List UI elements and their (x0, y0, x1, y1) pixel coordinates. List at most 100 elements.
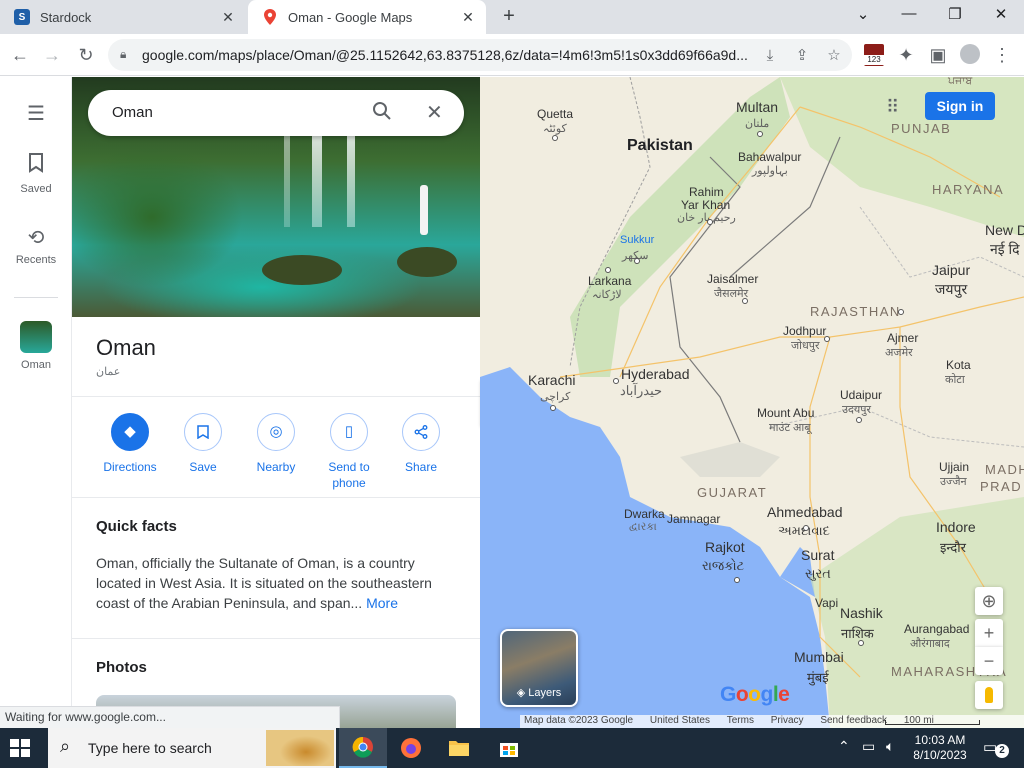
city-marker[interactable] (734, 577, 740, 583)
reload-icon[interactable]: ↻ (74, 43, 98, 67)
map-label-jaipur[interactable]: Jaipur (932, 262, 970, 278)
city-marker[interactable] (613, 378, 619, 384)
map-label-hyderabad[interactable]: Hyderabad (621, 366, 690, 382)
rail-saved[interactable]: Saved (0, 153, 72, 195)
address-bar[interactable]: 🔒︎ google.com/maps/place/Oman/@25.115264… (108, 39, 852, 71)
taskbar-store[interactable] (485, 728, 533, 768)
send-feedback-link[interactable]: Send feedback (820, 715, 887, 726)
layers-button[interactable]: ◈ Layers (500, 629, 578, 707)
map-label-ajmer[interactable]: Ajmer (887, 331, 918, 345)
map-label-vapi[interactable]: Vapi (815, 596, 838, 610)
extensions-puzzle-icon[interactable]: ✦ (894, 43, 918, 67)
city-marker[interactable] (605, 267, 611, 273)
zoom-out-button[interactable]: − (975, 647, 1003, 675)
map-label-ahmedabad[interactable]: Ahmedabad (767, 504, 843, 520)
map-label-bahawalpur[interactable]: Bahawalpur (738, 150, 801, 164)
search-input[interactable]: Oman (112, 104, 153, 121)
rail-oman[interactable]: Oman (0, 321, 72, 371)
windows-start-icon[interactable] (10, 738, 32, 758)
map-label-mumbai[interactable]: Mumbai (794, 649, 844, 665)
tab-search-chevron-icon[interactable]: ⌄ (848, 5, 878, 27)
taskbar-chrome[interactable] (339, 728, 387, 768)
share-page-icon[interactable]: ⇪ (792, 46, 812, 66)
map-label-kota[interactable]: Kota (946, 358, 971, 372)
street-view-pegman-icon[interactable] (975, 681, 1003, 709)
map-label-nashik[interactable]: Nashik (840, 605, 883, 621)
taskbar-search-box[interactable]: ⌕ Type here to search (48, 728, 336, 768)
directions-button[interactable]: ◆ Directions (94, 413, 166, 475)
menu-button[interactable]: ☰ (0, 101, 72, 130)
map-label-rahim[interactable]: Rahim (689, 185, 724, 199)
map-label-dwarka[interactable]: Dwarka (624, 507, 665, 521)
city-marker[interactable] (757, 131, 763, 137)
map-label-yarkhan[interactable]: Yar Khan (681, 198, 730, 212)
google-apps-icon[interactable]: ⠿ (886, 97, 899, 118)
show-hidden-icons-chevron-icon[interactable]: ⌃ (838, 738, 850, 755)
city-marker[interactable] (898, 309, 904, 315)
map-label-udaipur[interactable]: Udaipur (840, 388, 882, 402)
sign-in-button[interactable]: Sign in (925, 92, 995, 120)
city-marker[interactable] (634, 258, 640, 264)
calendar-extension-icon[interactable]: 123 (864, 44, 884, 66)
forward-arrow-icon[interactable]: → (40, 43, 64, 67)
new-tab-button[interactable]: + (498, 6, 520, 28)
nearby-button[interactable]: ◎ Nearby (240, 413, 312, 475)
save-button[interactable]: Save (167, 413, 239, 475)
more-link[interactable]: More (366, 595, 398, 611)
system-clock[interactable]: 10:03 AM 8/10/2023 (905, 733, 975, 763)
rail-recents[interactable]: ⟲ Recents (0, 225, 72, 266)
map-label-larkana[interactable]: Larkana (588, 274, 631, 288)
country-link[interactable]: United States (650, 715, 710, 726)
network-icon[interactable]: ▭ (862, 738, 875, 755)
volume-icon[interactable]: 🔈︎ (886, 738, 894, 755)
bookmark-star-icon[interactable]: ☆ (824, 46, 844, 66)
tab-google-maps[interactable]: Oman - Google Maps ✕ (248, 0, 486, 34)
privacy-link[interactable]: Privacy (771, 715, 804, 726)
close-tab-icon[interactable]: ✕ (460, 9, 476, 25)
city-marker[interactable] (550, 405, 556, 411)
city-marker[interactable] (858, 640, 864, 646)
install-app-icon[interactable]: ⤓ (760, 46, 780, 66)
clear-search-icon[interactable]: ✕ (426, 100, 443, 125)
city-marker[interactable] (707, 219, 713, 225)
city-marker[interactable] (552, 135, 558, 141)
map-label-pakistan[interactable]: Pakistan (627, 137, 693, 155)
side-panel-icon[interactable]: ▣ (926, 43, 950, 67)
city-marker[interactable] (803, 525, 809, 531)
tab-stardock[interactable]: S Stardock ✕ (0, 0, 246, 34)
map-canvas[interactable]: Quetta کوئٹہ Multan ملتان Bahawalpur بہا… (480, 77, 1024, 728)
map-label-sukkur[interactable]: Sukkur (620, 234, 654, 246)
notifications-icon[interactable]: ▭ 2 (983, 738, 1009, 758)
place-hero-photo[interactable]: Oman ✕ (72, 77, 480, 317)
my-location-icon[interactable]: ⊕ (975, 587, 1003, 615)
taskbar-firefox[interactable] (387, 728, 435, 768)
city-marker[interactable] (824, 336, 830, 342)
map-label-jamnagar[interactable]: Jamnagar (667, 512, 720, 526)
scale-bar[interactable] (885, 720, 980, 725)
chrome-menu-icon[interactable]: ⋮ (990, 43, 1014, 67)
send-to-phone-button[interactable]: ▯ Send to phone (313, 413, 385, 491)
map-label-jodhpur[interactable]: Jodhpur (783, 324, 826, 338)
zoom-in-button[interactable]: + (975, 619, 1003, 647)
map-label-quetta[interactable]: Quetta (537, 107, 573, 121)
map-label-indore[interactable]: Indore (936, 519, 976, 535)
map-label-mountabu[interactable]: Mount Abu (757, 406, 814, 420)
close-tab-icon[interactable]: ✕ (220, 9, 236, 25)
map-label-ujjain[interactable]: Ujjain (939, 460, 969, 474)
minimize-button[interactable]: — (894, 5, 924, 27)
share-button[interactable]: Share (385, 413, 457, 475)
map-label-karachi[interactable]: Karachi (528, 372, 575, 388)
map-label-jaisalmer[interactable]: Jaisalmer (707, 272, 758, 286)
map-label-multan[interactable]: Multan (736, 99, 778, 115)
taskbar-file-explorer[interactable] (435, 728, 483, 768)
map-label-newdelhi[interactable]: New D (985, 222, 1024, 238)
map-label-rajkot[interactable]: Rajkot (705, 539, 745, 555)
map-label-aurangabad[interactable]: Aurangabad (904, 622, 969, 636)
city-marker[interactable] (742, 298, 748, 304)
close-window-button[interactable]: ✕ (986, 5, 1016, 27)
back-arrow-icon[interactable]: ← (8, 43, 32, 67)
restore-button[interactable]: ❐ (940, 5, 970, 27)
city-marker[interactable] (856, 417, 862, 423)
map-label-surat[interactable]: Surat (801, 547, 834, 563)
search-icon[interactable] (372, 101, 392, 127)
